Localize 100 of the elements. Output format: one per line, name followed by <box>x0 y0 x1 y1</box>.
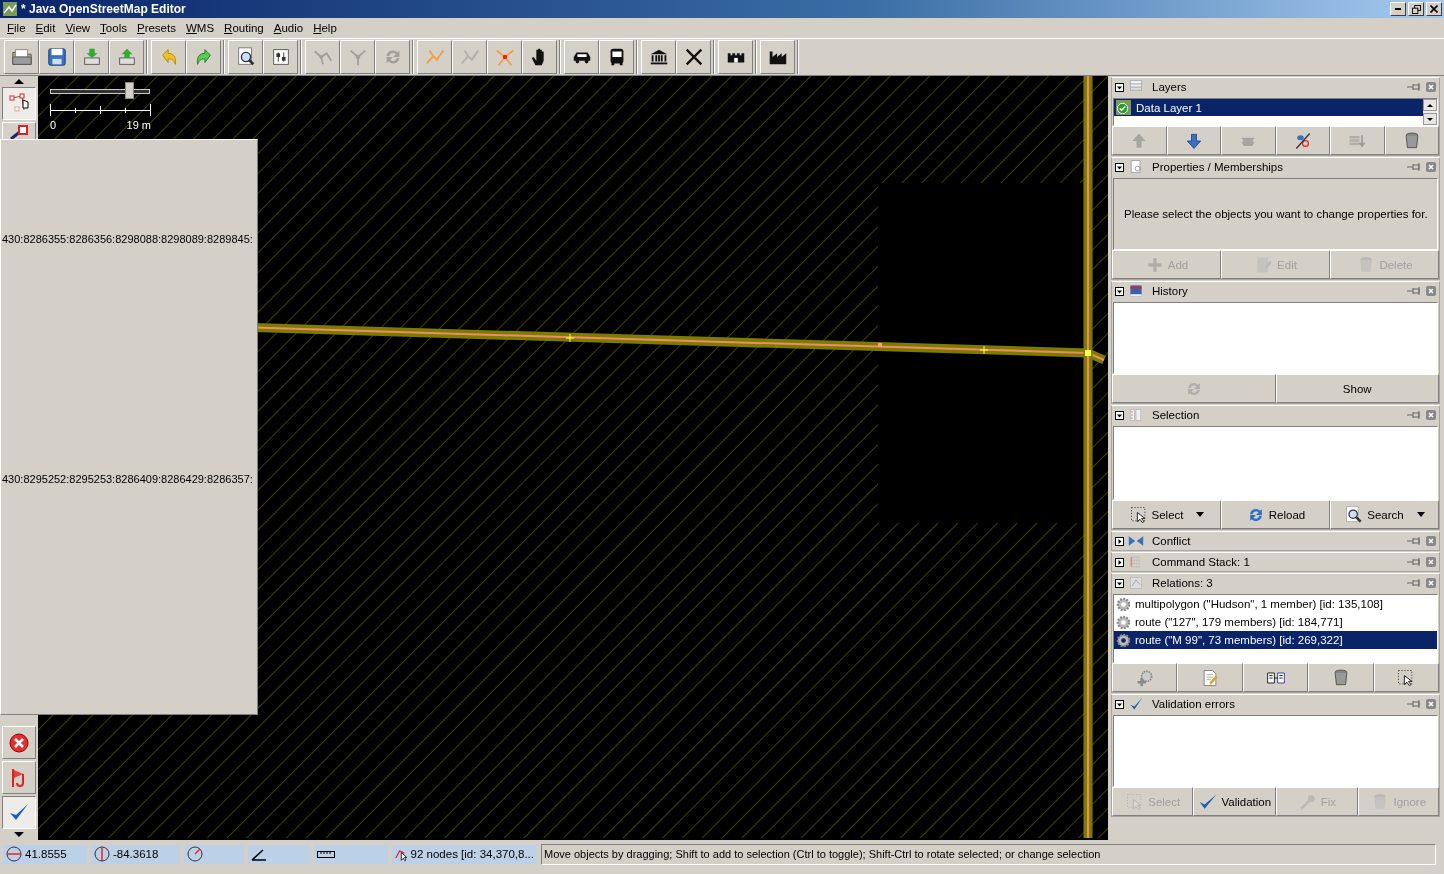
close-icon[interactable] <box>1426 536 1436 546</box>
dialog-button[interactable] <box>1112 663 1178 692</box>
close-icon[interactable] <box>1426 286 1436 296</box>
dialog-header[interactable]: Validation errors <box>1112 695 1439 713</box>
collapse-icon[interactable] <box>1115 162 1124 172</box>
scrollbar[interactable] <box>1423 99 1437 125</box>
dialog-button[interactable]: Show <box>1275 374 1439 403</box>
document-icon <box>1128 159 1144 175</box>
expand-icon[interactable] <box>1115 557 1124 567</box>
dialog-title: Command Stack: 1 <box>1151 556 1251 568</box>
scale-label: 0 <box>50 119 57 131</box>
dialog-button[interactable] <box>1275 126 1330 155</box>
minimize-button[interactable] <box>1390 2 1406 16</box>
dialog-button[interactable] <box>1384 126 1439 155</box>
dialog-title: Properties / Memberships <box>1151 161 1285 173</box>
pin-icon[interactable] <box>1407 286 1421 296</box>
pin-icon[interactable] <box>1407 162 1421 172</box>
pin-icon[interactable] <box>1407 82 1421 92</box>
close-icon[interactable] <box>1426 578 1436 588</box>
compass-icon <box>187 846 203 862</box>
toolbar-button[interactable] <box>599 40 634 74</box>
restore-button[interactable] <box>1408 2 1424 16</box>
floppy-icon <box>45 46 68 68</box>
menu-item[interactable]: File <box>2 19 31 37</box>
dialog-button[interactable] <box>1166 126 1221 155</box>
toolbar-button[interactable] <box>641 40 676 74</box>
tool-button[interactable] <box>2 796 36 829</box>
toolbar-button[interactable] <box>718 40 753 74</box>
scroll-up-icon[interactable] <box>1423 99 1437 111</box>
node-marker[interactable] <box>878 343 882 347</box>
relation-row[interactable]: multipolygon ("Hudson", 1 member) [id: 135,108] <box>1114 595 1437 613</box>
menu-item[interactable]: Tools <box>95 19 132 37</box>
book-icon <box>1128 283 1144 299</box>
menu-item[interactable]: Presets <box>131 19 181 37</box>
menu-item[interactable]: View <box>60 19 96 37</box>
dialog-header[interactable]: History <box>1112 282 1439 300</box>
relation-icon <box>1128 575 1144 591</box>
close-icon[interactable] <box>1426 410 1436 420</box>
pin-icon[interactable] <box>1407 557 1421 567</box>
relation-row[interactable]: route ("M 99", 73 members) [id: 269,322] <box>1114 631 1437 649</box>
dialog-button[interactable] <box>1308 663 1374 692</box>
dialog-header[interactable]: Relations: 3 <box>1112 574 1439 592</box>
selection-icon <box>1128 407 1144 423</box>
dialog-title: Selection <box>1151 409 1201 421</box>
node-marker[interactable] <box>979 345 989 355</box>
expand-icon[interactable] <box>1115 536 1124 546</box>
collapse-icon[interactable] <box>1115 699 1124 709</box>
dialog-header[interactable]: Command Stack: 1 <box>1112 553 1439 571</box>
dialog-title: Conflict <box>1151 535 1192 547</box>
dialog-button[interactable]: Search <box>1330 500 1439 529</box>
toolbar-button[interactable] <box>39 40 74 74</box>
close-icon[interactable] <box>1426 82 1436 92</box>
menu-item[interactable]: Edit <box>30 19 61 37</box>
scroll-down-icon[interactable] <box>14 832 24 838</box>
close-button[interactable] <box>1426 2 1442 16</box>
empty-message: Please select the objects you want to change properties for. <box>1124 208 1428 220</box>
pin-icon[interactable] <box>1407 536 1421 546</box>
dialog-button[interactable]: Validation <box>1193 787 1277 816</box>
relation-row[interactable]: route ("127", 179 members) [id: 184,771] <box>1114 613 1437 631</box>
menu-item[interactable]: Routing <box>219 19 269 37</box>
selection-info: 92 nodes [id: 34,370,8... <box>410 848 534 860</box>
toolbar-button[interactable] <box>564 40 599 74</box>
restore-icon <box>1411 4 1421 14</box>
dialog-button[interactable] <box>1373 663 1440 692</box>
dialog-button[interactable] <box>1177 663 1243 692</box>
menu-item[interactable]: Audio <box>268 19 309 37</box>
dialog-button[interactable]: Reload <box>1221 500 1330 529</box>
zoom-slider[interactable] <box>50 82 150 100</box>
node-marker[interactable] <box>565 333 575 343</box>
layer-row[interactable]: Data Layer 1 <box>1114 99 1423 116</box>
node-marker[interactable] <box>1085 350 1091 356</box>
toolbar-button[interactable] <box>676 40 711 74</box>
scroll-up-icon[interactable] <box>14 78 24 84</box>
ruler-icon <box>317 849 335 859</box>
dialog-button[interactable] <box>1242 663 1309 692</box>
collapse-icon[interactable] <box>1115 286 1124 296</box>
relation-label: route ("M 99", 73 members) [id: 269,322] <box>1135 634 1343 646</box>
dialog-title: History <box>1151 285 1189 297</box>
collapse-icon[interactable] <box>1115 410 1124 420</box>
pin-icon[interactable] <box>1407 410 1421 420</box>
slider-thumb[interactable] <box>125 82 134 99</box>
toolbar-button[interactable] <box>228 40 263 74</box>
dialog-header[interactable]: Properties / Memberships <box>1112 158 1439 176</box>
scroll-down-icon[interactable] <box>1423 113 1437 125</box>
collapse-icon[interactable] <box>1115 82 1124 92</box>
menu-item[interactable]: Help <box>308 19 342 37</box>
dialog-button[interactable]: Select <box>1112 500 1221 529</box>
collapse-icon[interactable] <box>1115 578 1124 588</box>
close-icon[interactable] <box>1426 699 1436 709</box>
dialog-header[interactable]: Selection <box>1112 406 1439 424</box>
menu-item[interactable]: WMS <box>180 19 220 37</box>
pin-icon[interactable] <box>1407 699 1421 709</box>
toolbar-button[interactable] <box>760 40 795 74</box>
tool-button[interactable] <box>2 87 36 120</box>
select-icon <box>1128 504 1149 525</box>
pin-icon[interactable] <box>1407 578 1421 588</box>
dialog-header[interactable]: Layers <box>1112 78 1439 96</box>
close-icon[interactable] <box>1426 557 1436 567</box>
toolbar-button[interactable] <box>522 40 557 74</box>
close-icon[interactable] <box>1426 162 1436 172</box>
